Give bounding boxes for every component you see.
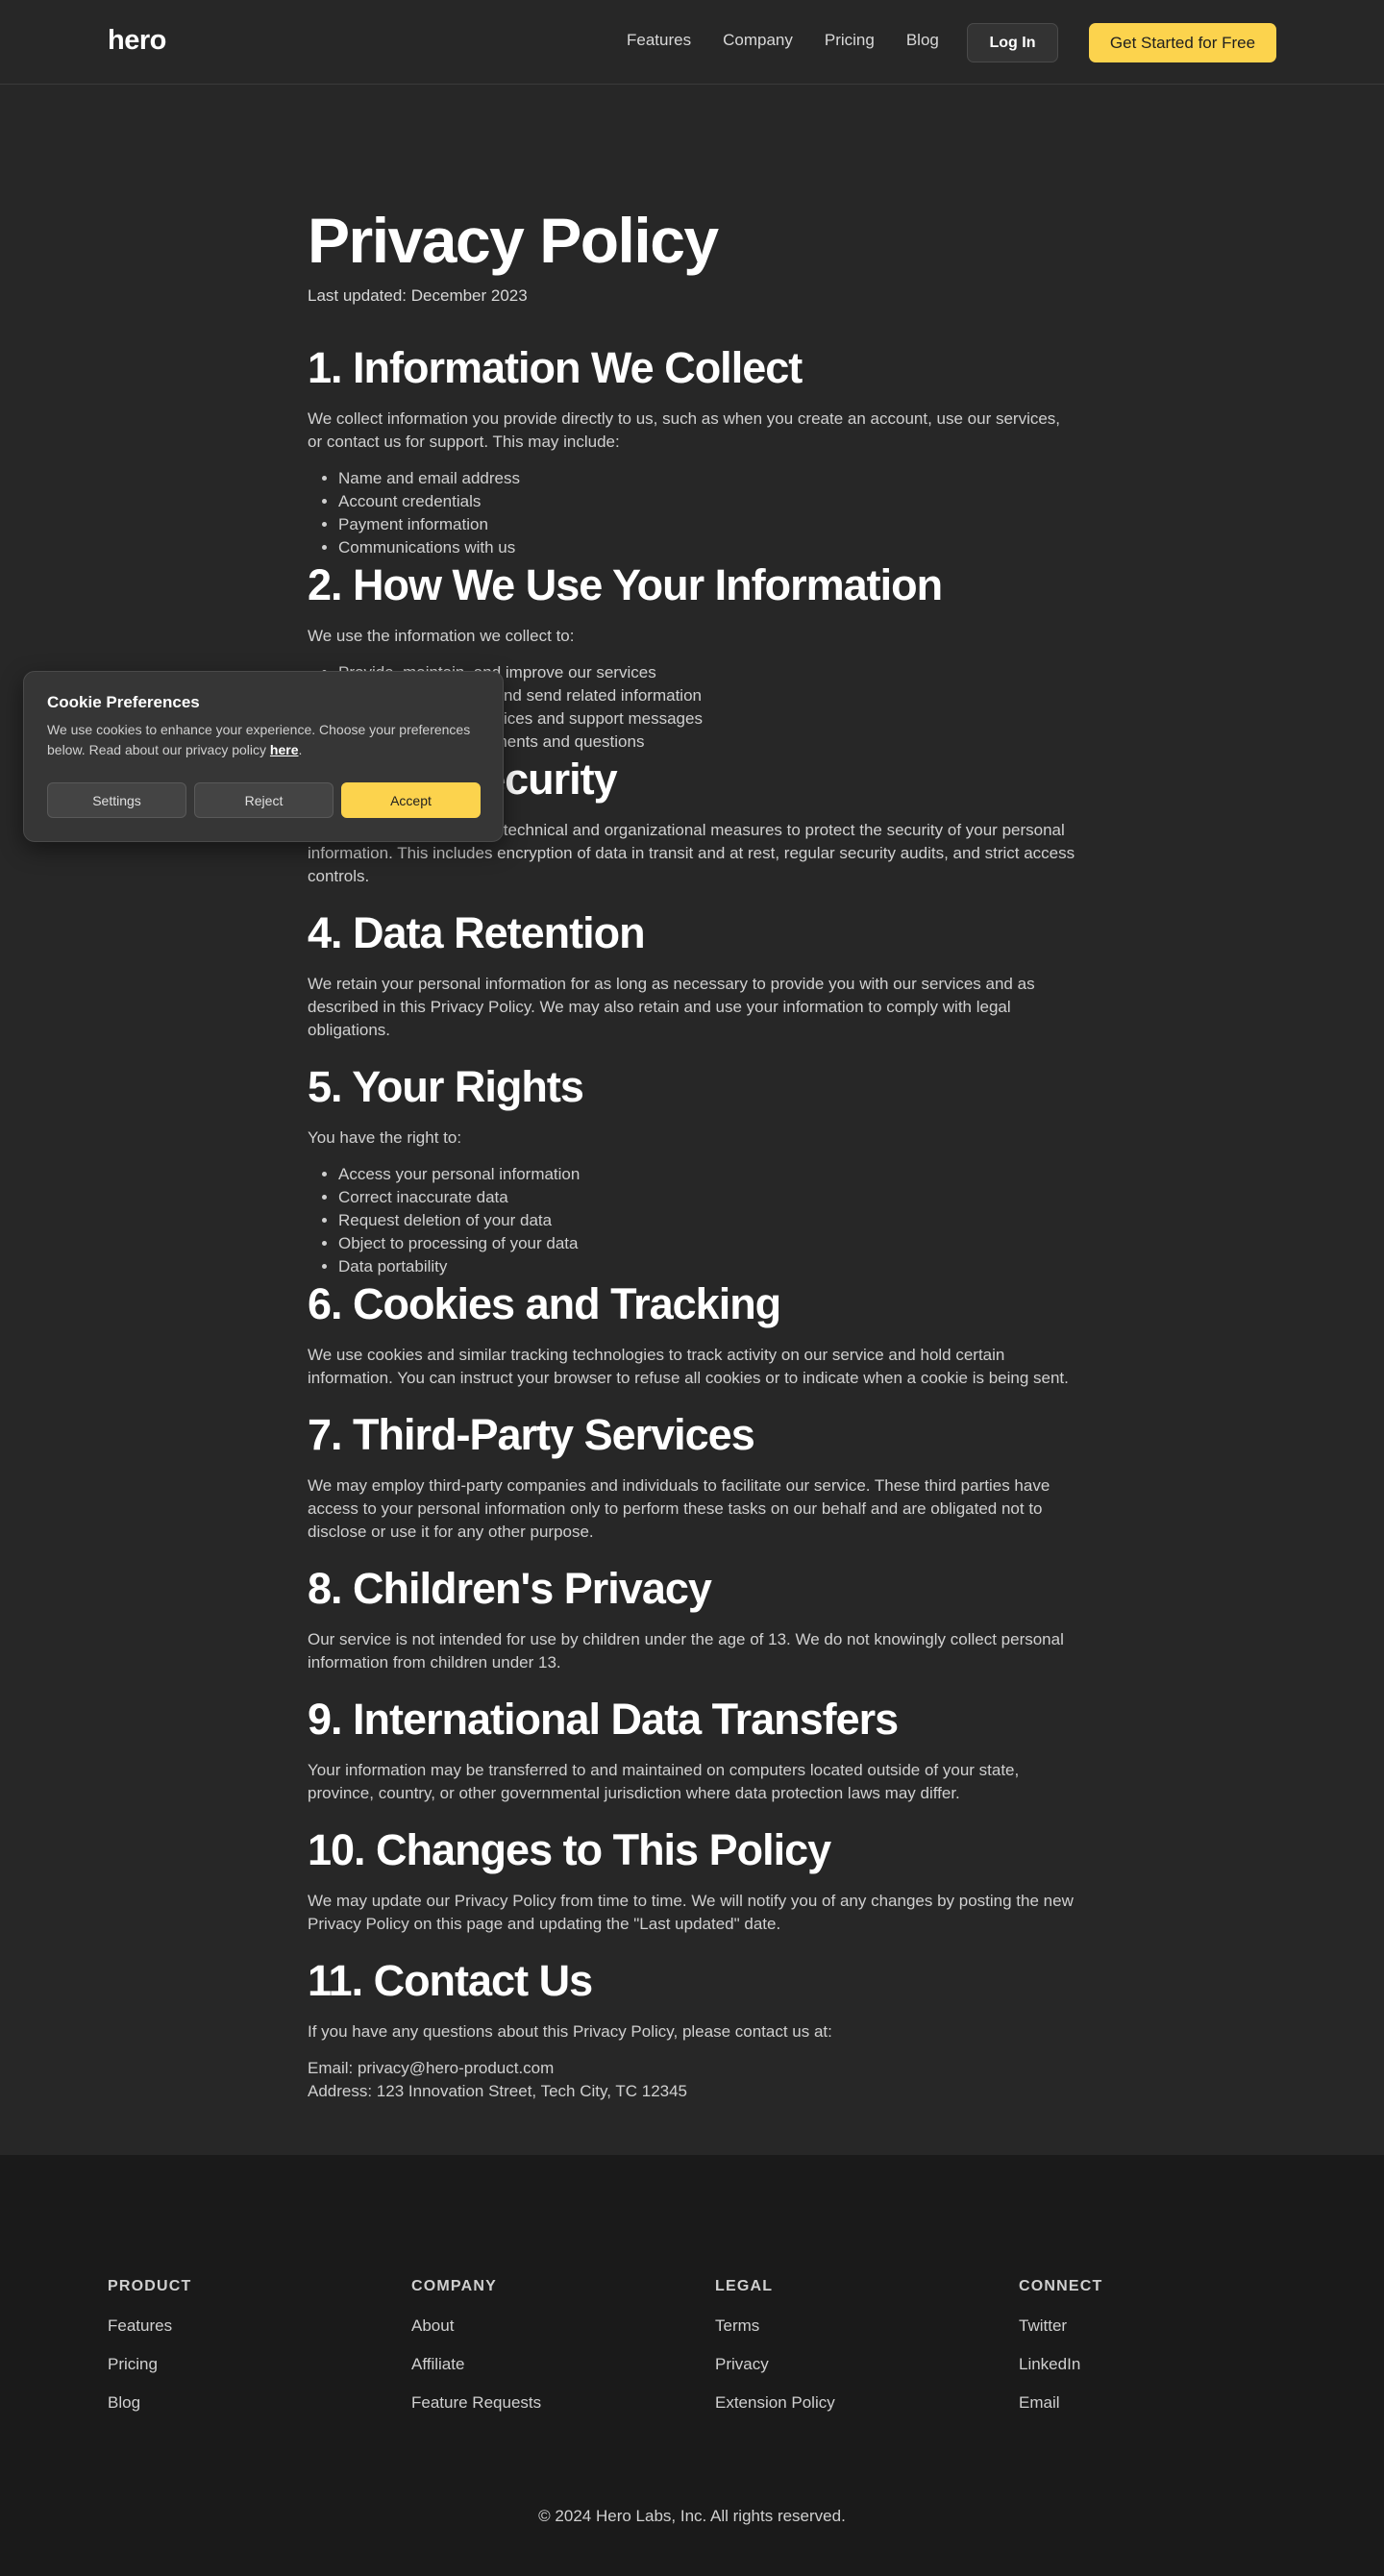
footer-column-product: PRODUCT Features Pricing Blog bbox=[108, 2278, 192, 2413]
main-nav: Features Company Pricing Blog bbox=[627, 31, 971, 50]
login-button[interactable]: Log In bbox=[967, 23, 1058, 62]
footer-link-pricing[interactable]: Pricing bbox=[108, 2355, 192, 2374]
cookie-buttons: Settings Reject Accept bbox=[47, 782, 481, 818]
footer-link-email[interactable]: Email bbox=[1019, 2393, 1103, 2413]
cookie-accept-button[interactable]: Accept bbox=[341, 782, 481, 818]
section-heading: 2. How We Use Your Information bbox=[308, 560, 943, 609]
contact-address: Address: 123 Innovation Street, Tech Cit… bbox=[308, 2082, 688, 2100]
copyright: © 2024 Hero Labs, Inc. All rights reserv… bbox=[538, 2507, 846, 2525]
footer-link-affiliate[interactable]: Affiliate bbox=[411, 2355, 541, 2374]
footer-column-connect: CONNECT Twitter LinkedIn Email bbox=[1019, 2278, 1103, 2413]
policy-content: Privacy Policy Last updated: December 20… bbox=[308, 202, 1076, 2103]
section-your-rights: 5. Your Rights You have the right to: Ac… bbox=[308, 1061, 1076, 1278]
list-item: Communications with us bbox=[338, 536, 1076, 559]
section-childrens-privacy: 8. Children's Privacy Our service is not… bbox=[308, 1563, 1076, 1674]
section-heading: 10. Changes to This Policy bbox=[308, 1825, 831, 1874]
get-started-button[interactable]: Get Started for Free bbox=[1089, 23, 1276, 62]
section-text: If you have any questions about this Pri… bbox=[308, 2022, 832, 2041]
cookie-title: Cookie Preferences bbox=[47, 693, 200, 711]
footer-heading: CONNECT bbox=[1019, 2278, 1103, 2294]
list-item: Data portability bbox=[338, 1255, 1076, 1278]
section-heading: 11. Contact Us bbox=[308, 1956, 593, 2005]
footer-link-blog[interactable]: Blog bbox=[108, 2393, 192, 2413]
section-heading: 8. Children's Privacy bbox=[308, 1564, 712, 1613]
cookie-text: We use cookies to enhance your experienc… bbox=[47, 720, 480, 760]
list-item: Correct inaccurate data bbox=[338, 1186, 1076, 1209]
footer-heading: COMPANY bbox=[411, 2278, 497, 2294]
site-header: hero Features Company Pricing Blog Log I… bbox=[0, 0, 1384, 85]
section-heading: 9. International Data Transfers bbox=[308, 1695, 899, 1744]
page-title: Privacy Policy bbox=[308, 205, 719, 276]
section-text: Our service is not intended for use by c… bbox=[308, 1630, 1064, 1672]
section-list: Access your personal information Correct… bbox=[308, 1163, 1076, 1278]
footer-link-feature-requests[interactable]: Feature Requests bbox=[411, 2393, 541, 2413]
section-text: We use cookies and similar tracking tech… bbox=[308, 1346, 1069, 1387]
logo[interactable]: hero bbox=[108, 25, 166, 57]
section-text: We may employ third-party companies and … bbox=[308, 1476, 1050, 1541]
contact-details: Email: privacy@hero-product.com Address:… bbox=[308, 2057, 1076, 2103]
section-text: We collect information you provide direc… bbox=[308, 409, 1061, 451]
list-item: Payment information bbox=[338, 513, 1076, 536]
footer-link-terms[interactable]: Terms bbox=[715, 2316, 835, 2336]
section-contact-us: 11. Contact Us If you have any questions… bbox=[308, 1955, 1076, 2103]
nav-company[interactable]: Company bbox=[723, 31, 793, 50]
section-international-transfers: 9. International Data Transfers Your inf… bbox=[308, 1694, 1076, 1805]
footer-column-legal: LEGAL Terms Privacy Extension Policy bbox=[715, 2278, 835, 2413]
section-data-retention: 4. Data Retention We retain your persona… bbox=[308, 907, 1076, 1042]
section-heading: 6. Cookies and Tracking bbox=[308, 1279, 781, 1328]
list-item: Object to processing of your data bbox=[338, 1232, 1076, 1255]
section-text: We retain your personal information for … bbox=[308, 975, 1035, 1039]
nav-pricing[interactable]: Pricing bbox=[825, 31, 875, 50]
section-list: Name and email address Account credentia… bbox=[308, 467, 1076, 559]
section-text: We may update our Privacy Policy from ti… bbox=[308, 1892, 1074, 1933]
footer-link-linkedin[interactable]: LinkedIn bbox=[1019, 2355, 1103, 2374]
footer-link-privacy[interactable]: Privacy bbox=[715, 2355, 835, 2374]
cookie-reject-button[interactable]: Reject bbox=[194, 782, 334, 818]
footer-heading: LEGAL bbox=[715, 2278, 774, 2294]
section-heading: 4. Data Retention bbox=[308, 908, 646, 957]
section-text: You have the right to: bbox=[308, 1128, 462, 1147]
footer-link-extension-policy[interactable]: Extension Policy bbox=[715, 2393, 835, 2413]
section-changes: 10. Changes to This Policy We may update… bbox=[308, 1824, 1076, 1936]
section-cookies-tracking: 6. Cookies and Tracking We use cookies a… bbox=[308, 1278, 1076, 1390]
footer-heading: PRODUCT bbox=[108, 2278, 192, 2294]
section-text: Your information may be transferred to a… bbox=[308, 1761, 1020, 1802]
list-item: Access your personal information bbox=[338, 1163, 1076, 1186]
footer-link-twitter[interactable]: Twitter bbox=[1019, 2316, 1103, 2336]
footer-column-company: COMPANY About Affiliate Feature Requests bbox=[411, 2278, 541, 2413]
section-third-party: 7. Third-Party Services We may employ th… bbox=[308, 1409, 1076, 1544]
last-updated: Last updated: December 2023 bbox=[308, 286, 528, 305]
nav-blog[interactable]: Blog bbox=[906, 31, 939, 50]
list-item: Request deletion of your data bbox=[338, 1209, 1076, 1232]
footer-link-about[interactable]: About bbox=[411, 2316, 541, 2336]
site-footer: PRODUCT Features Pricing Blog COMPANY Ab… bbox=[0, 2155, 1384, 2576]
list-item: Account credentials bbox=[338, 490, 1076, 513]
cookie-preferences-dialog: Cookie Preferences We use cookies to enh… bbox=[23, 671, 504, 842]
cookie-text-end: . bbox=[298, 742, 303, 757]
section-heading: 5. Your Rights bbox=[308, 1062, 584, 1111]
cookie-settings-button[interactable]: Settings bbox=[47, 782, 186, 818]
section-text: We use the information we collect to: bbox=[308, 627, 575, 645]
privacy-policy-link[interactable]: here bbox=[270, 742, 299, 757]
list-item: Name and email address bbox=[338, 467, 1076, 490]
section-heading: 1. Information We Collect bbox=[308, 343, 803, 392]
nav-features[interactable]: Features bbox=[627, 31, 691, 50]
footer-link-features[interactable]: Features bbox=[108, 2316, 192, 2336]
section-information-we-collect: 1. Information We Collect We collect inf… bbox=[308, 342, 1076, 559]
contact-email: Email: privacy@hero-product.com bbox=[308, 2059, 555, 2077]
section-heading: 7. Third-Party Services bbox=[308, 1410, 755, 1459]
cookie-description: We use cookies to enhance your experienc… bbox=[47, 722, 471, 757]
